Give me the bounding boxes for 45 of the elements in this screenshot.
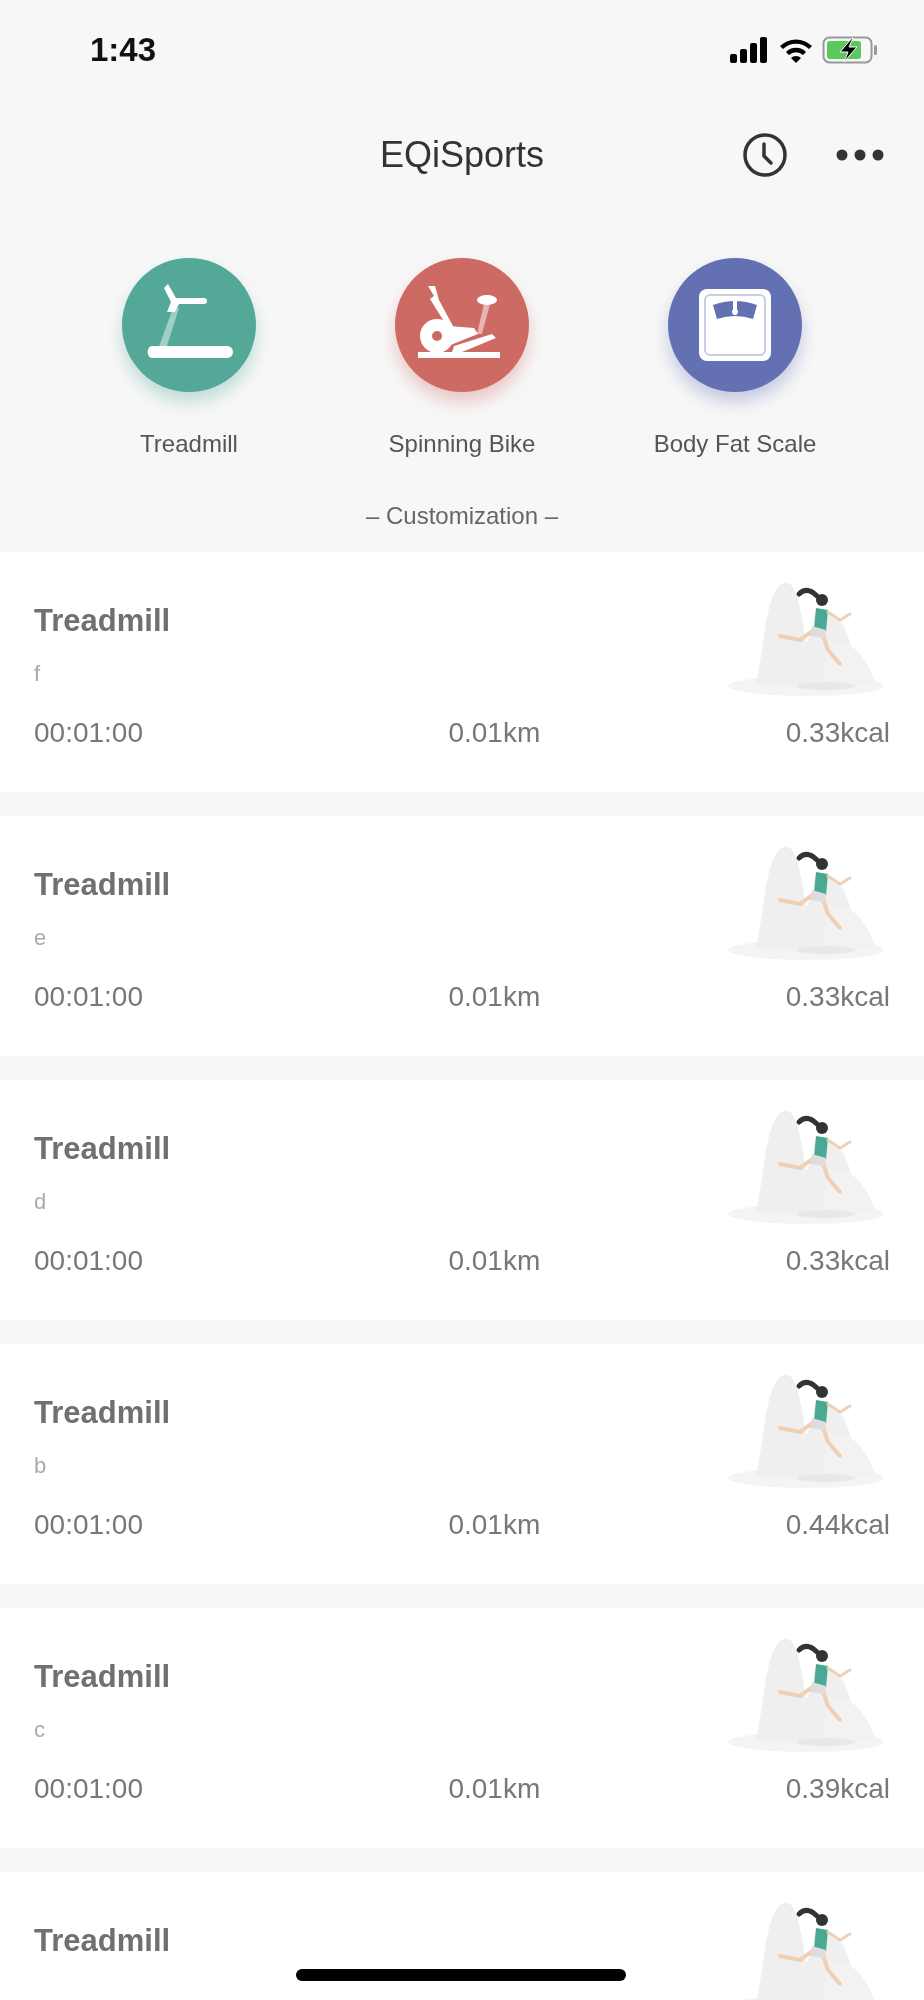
more-options-icon[interactable]: [836, 149, 884, 161]
device-label: Body Fat Scale: [653, 429, 817, 459]
record-duration: 00:01:00: [34, 1772, 143, 1807]
record-card[interactable]: Treadmill b 00:01:00 0.01km 0.44kcal: [0, 1344, 924, 1584]
record-distance: 0.01km: [448, 1508, 541, 1543]
record-subtitle: b: [34, 1454, 48, 1479]
record-calories: 0.33kcal: [785, 1244, 890, 1279]
record-subtitle: d: [34, 1190, 48, 1215]
history-clock-icon[interactable]: [742, 132, 788, 178]
record-title: Treadmill: [34, 604, 171, 639]
record-distance: 0.01km: [448, 1244, 541, 1279]
record-card[interactable]: Treadmill d 00:01:00 0.01km 0.33kcal: [0, 1080, 924, 1320]
record-calories: 0.33kcal: [785, 716, 890, 751]
device-button[interactable]: [668, 258, 802, 392]
record-calories: 0.33kcal: [785, 980, 890, 1015]
record-calories: 0.44kcal: [785, 1508, 890, 1543]
record-subtitle: f: [34, 662, 42, 687]
status-time: 1:43: [90, 30, 157, 71]
app-title: EQiSports: [379, 133, 545, 177]
record-card[interactable]: Treadmill e 00:01:00 0.01km 0.33kcal: [0, 816, 924, 1056]
record-duration: 00:01:00: [34, 1508, 143, 1543]
record-card[interactable]: Treadmill f 00:01:00 0.01km 0.33kcal: [0, 552, 924, 792]
device-button[interactable]: [395, 258, 529, 392]
record-title: Treadmill: [34, 868, 171, 903]
record-duration: 00:01:00: [34, 1244, 143, 1279]
signal-icon: [730, 37, 770, 63]
device-label: Spinning Bike: [388, 429, 536, 459]
record-title: Treadmill: [34, 1660, 171, 1695]
section-label: – Customization –: [365, 501, 559, 531]
record-card[interactable]: Treadmill c 00:01:00 0.01km 0.39kcal: [0, 1608, 924, 1848]
record-duration: 00:01:00: [34, 716, 143, 751]
device-label: Treadmill: [140, 429, 238, 459]
record-distance: 0.01km: [448, 716, 541, 751]
record-subtitle: c: [34, 1718, 46, 1743]
record-distance: 0.01km: [448, 980, 541, 1015]
record-duration: 00:01:00: [34, 980, 143, 1015]
record-subtitle: e: [34, 926, 48, 951]
record-distance: 0.01km: [448, 1772, 541, 1807]
record-title: Treadmill: [34, 1132, 171, 1167]
record-card[interactable]: Treadmill: [0, 1872, 924, 2000]
record-calories: 0.39kcal: [785, 1772, 890, 1807]
record-title: Treadmill: [34, 1924, 171, 1959]
record-title: Treadmill: [34, 1396, 171, 1431]
battery-charging-icon: [822, 36, 878, 64]
device-button[interactable]: [122, 258, 256, 392]
